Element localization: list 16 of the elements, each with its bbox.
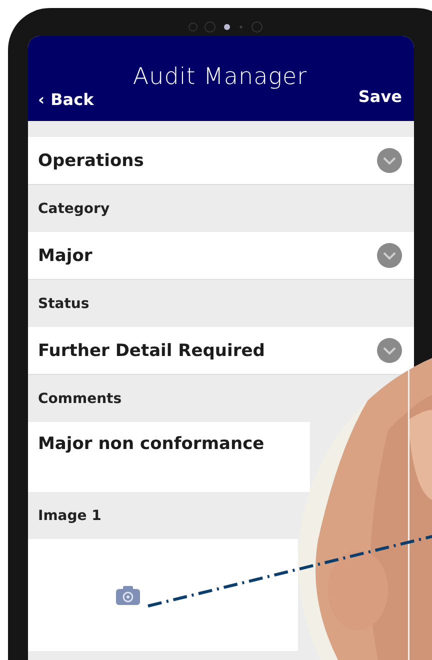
chevron-down-icon[interactable] (377, 148, 402, 173)
dropdown-field[interactable]: Operations (28, 137, 414, 185)
chevron-down-icon[interactable] (377, 338, 402, 363)
app-title: Audit Manager (132, 64, 308, 90)
field-label: Image 1 (38, 506, 102, 526)
save-button[interactable]: Save (358, 87, 402, 106)
back-button[interactable]: ‹ Back (38, 90, 94, 109)
comment-field[interactable]: Major non conformance (28, 422, 310, 492)
field-label: Comments (38, 390, 122, 408)
camera-icon[interactable] (116, 586, 140, 604)
dropdown-field[interactable]: Major (28, 232, 414, 280)
field-label: Category (38, 200, 110, 218)
field-label: Status (38, 294, 90, 314)
dropdown-field[interactable]: Further Detail Required (28, 327, 414, 375)
chevron-down-icon[interactable] (377, 243, 402, 268)
image-field[interactable] (28, 539, 298, 651)
